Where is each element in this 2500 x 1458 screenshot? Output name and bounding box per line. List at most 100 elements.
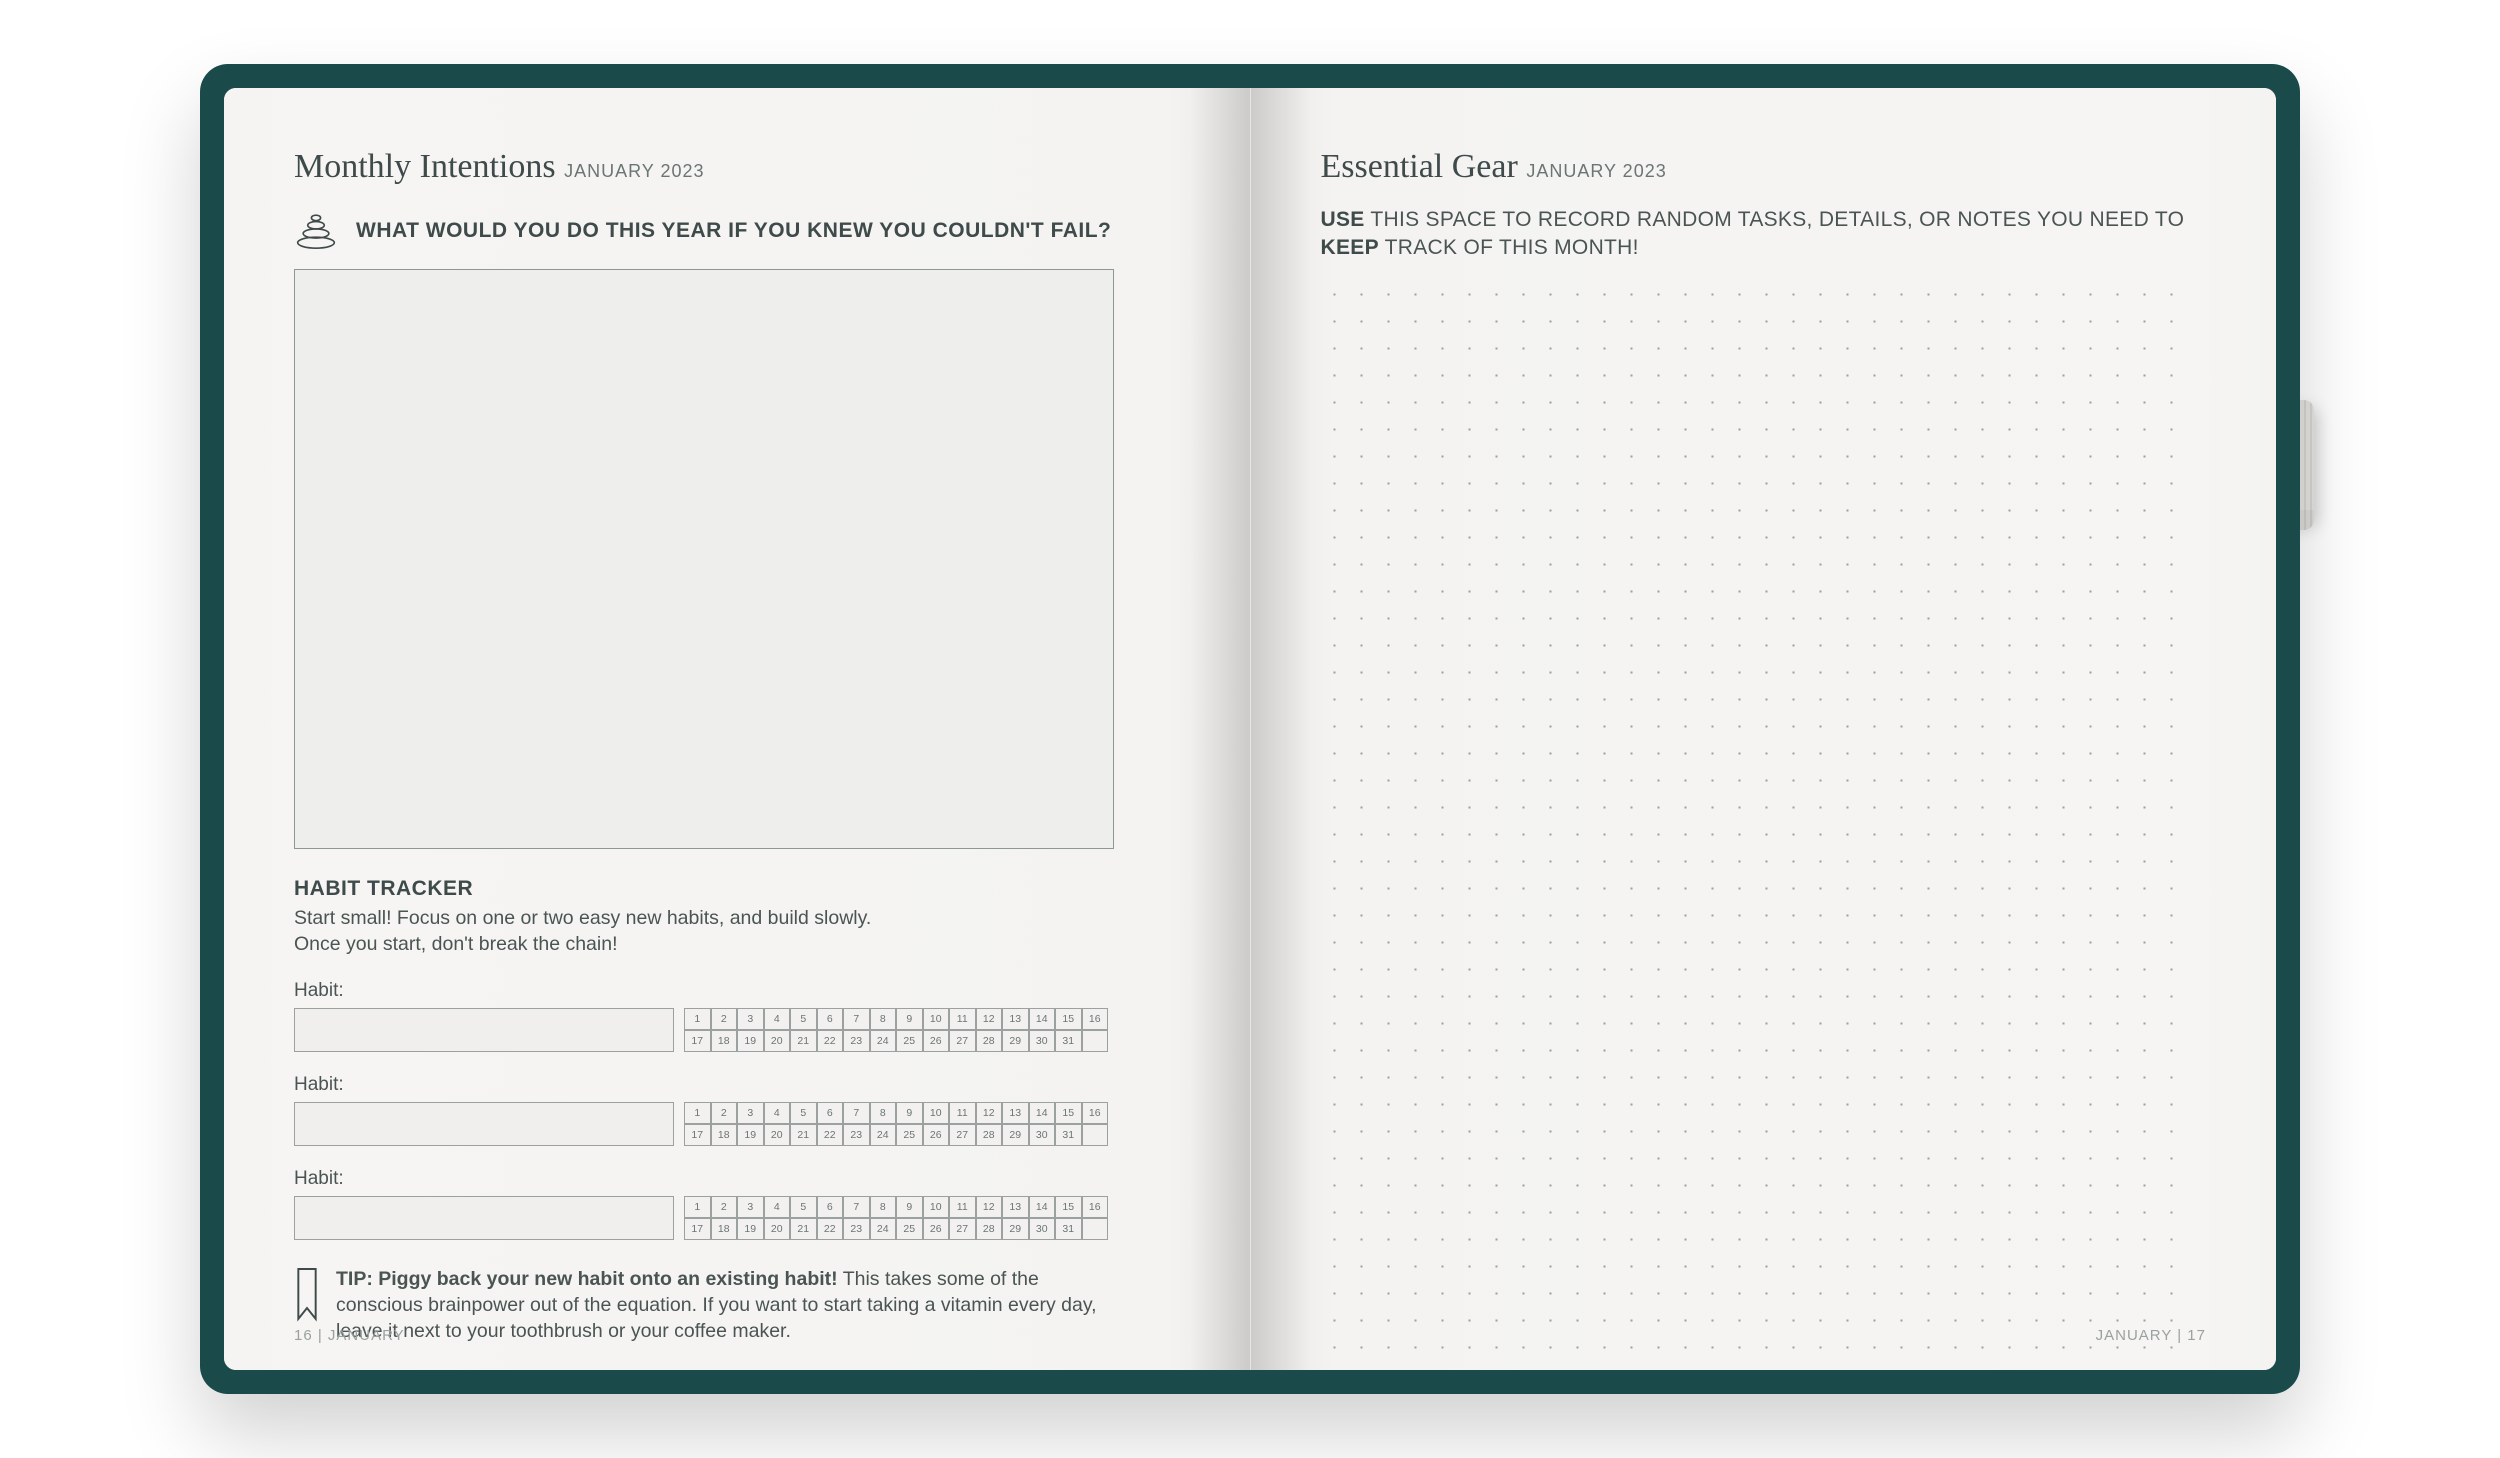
habit-day-cell[interactable]: 25 [896,1124,923,1146]
habit-day-cell[interactable] [1082,1218,1109,1240]
habit-day-cell[interactable]: 20 [764,1124,791,1146]
habit-day-cell[interactable]: 16 [1082,1102,1109,1124]
habit-day-cell[interactable]: 23 [843,1218,870,1240]
habit-day-cell[interactable]: 1 [684,1196,711,1218]
habit-day-cell[interactable]: 21 [790,1218,817,1240]
habit-day-cell[interactable]: 27 [949,1218,976,1240]
habit-name-input[interactable] [294,1102,674,1146]
habit-day-cell[interactable]: 5 [790,1102,817,1124]
habit-day-cell[interactable]: 24 [870,1124,897,1146]
habit-day-cell[interactable]: 4 [764,1102,791,1124]
habit-day-cell[interactable]: 30 [1029,1124,1056,1146]
habit-day-cell[interactable]: 6 [817,1102,844,1124]
habit-day-cell[interactable]: 26 [923,1124,950,1146]
habit-day-cell[interactable]: 13 [1002,1102,1029,1124]
habit-day-cell[interactable]: 22 [817,1124,844,1146]
habit-day-cell[interactable]: 5 [790,1196,817,1218]
habit-day-cell[interactable]: 29 [1002,1030,1029,1052]
habit-day-cell[interactable]: 9 [896,1196,923,1218]
habit-day-cell[interactable]: 21 [790,1124,817,1146]
habit-day-cell[interactable]: 8 [870,1008,897,1030]
habit-day-cell[interactable]: 29 [1002,1218,1029,1240]
habit-day-cell[interactable]: 11 [949,1102,976,1124]
habit-day-cell[interactable]: 10 [923,1102,950,1124]
habit-day-cell[interactable]: 9 [896,1008,923,1030]
habit-day-cell[interactable]: 18 [711,1124,738,1146]
habit-day-cell[interactable]: 10 [923,1196,950,1218]
habit-day-cell[interactable]: 27 [949,1030,976,1052]
habit-day-cell[interactable]: 23 [843,1030,870,1052]
habit-day-cell[interactable]: 31 [1055,1124,1082,1146]
habit-day-cell[interactable]: 19 [737,1218,764,1240]
habit-name-input[interactable] [294,1196,674,1240]
habit-day-cell[interactable]: 16 [1082,1196,1109,1218]
habit-day-cell[interactable]: 25 [896,1030,923,1052]
habit-day-cell[interactable]: 3 [737,1196,764,1218]
habit-day-cell[interactable]: 9 [896,1102,923,1124]
habit-day-cell[interactable]: 3 [737,1102,764,1124]
habit-day-cell[interactable]: 27 [949,1124,976,1146]
habit-day-cell[interactable]: 10 [923,1008,950,1030]
habit-day-cell[interactable]: 11 [949,1196,976,1218]
habit-day-cell[interactable]: 4 [764,1196,791,1218]
habit-day-cell[interactable]: 7 [843,1008,870,1030]
habit-day-cell[interactable]: 13 [1002,1008,1029,1030]
habit-day-cell[interactable]: 17 [684,1218,711,1240]
habit-day-cell[interactable]: 24 [870,1218,897,1240]
habit-day-cell[interactable]: 8 [870,1196,897,1218]
habit-day-cell[interactable]: 17 [684,1030,711,1052]
habit-day-cell[interactable]: 19 [737,1030,764,1052]
habit-day-cell[interactable]: 12 [976,1008,1003,1030]
habit-day-cell[interactable]: 3 [737,1008,764,1030]
habit-day-cell[interactable]: 12 [976,1196,1003,1218]
habit-day-cell[interactable]: 12 [976,1102,1003,1124]
habit-day-cell[interactable]: 26 [923,1218,950,1240]
habit-day-cell[interactable]: 8 [870,1102,897,1124]
habit-day-cell[interactable]: 18 [711,1218,738,1240]
dot-grid-notes-area[interactable] [1321,281,2191,1351]
habit-day-cell[interactable]: 31 [1055,1218,1082,1240]
habit-day-cell[interactable]: 30 [1029,1030,1056,1052]
habit-day-cell[interactable]: 2 [711,1102,738,1124]
habit-day-cell[interactable]: 28 [976,1124,1003,1146]
habit-day-cell[interactable]: 21 [790,1030,817,1052]
habit-day-cell[interactable]: 16 [1082,1008,1109,1030]
habit-name-input[interactable] [294,1008,674,1052]
habit-day-cell[interactable] [1082,1124,1109,1146]
habit-day-cell[interactable]: 2 [711,1196,738,1218]
habit-day-cell[interactable]: 1 [684,1102,711,1124]
habit-day-cell[interactable]: 25 [896,1218,923,1240]
habit-day-cell[interactable]: 7 [843,1102,870,1124]
habit-day-cell[interactable]: 29 [1002,1124,1029,1146]
habit-day-cell[interactable]: 14 [1029,1196,1056,1218]
habit-day-cell[interactable]: 11 [949,1008,976,1030]
habit-day-cell[interactable] [1082,1030,1109,1052]
habit-day-cell[interactable]: 20 [764,1030,791,1052]
habit-day-cell[interactable]: 7 [843,1196,870,1218]
habit-day-cell[interactable]: 26 [923,1030,950,1052]
habit-day-cell[interactable]: 14 [1029,1102,1056,1124]
habit-day-cell[interactable]: 15 [1055,1196,1082,1218]
habit-day-cell[interactable]: 19 [737,1124,764,1146]
habit-day-cell[interactable]: 1 [684,1008,711,1030]
habit-day-cell[interactable]: 4 [764,1008,791,1030]
habit-day-cell[interactable]: 15 [1055,1102,1082,1124]
habit-day-cell[interactable]: 30 [1029,1218,1056,1240]
habit-day-cell[interactable]: 5 [790,1008,817,1030]
habit-day-cell[interactable]: 18 [711,1030,738,1052]
habit-day-cell[interactable]: 28 [976,1030,1003,1052]
habit-day-cell[interactable]: 23 [843,1124,870,1146]
habit-day-cell[interactable]: 13 [1002,1196,1029,1218]
habit-day-cell[interactable]: 22 [817,1030,844,1052]
habit-day-cell[interactable]: 31 [1055,1030,1082,1052]
habit-day-cell[interactable]: 20 [764,1218,791,1240]
habit-day-cell[interactable]: 6 [817,1196,844,1218]
habit-day-cell[interactable]: 14 [1029,1008,1056,1030]
habit-day-cell[interactable]: 17 [684,1124,711,1146]
habit-day-cell[interactable]: 28 [976,1218,1003,1240]
habit-day-cell[interactable]: 6 [817,1008,844,1030]
habit-day-cell[interactable]: 2 [711,1008,738,1030]
intentions-writing-area[interactable] [294,269,1114,849]
habit-day-cell[interactable]: 15 [1055,1008,1082,1030]
habit-day-cell[interactable]: 24 [870,1030,897,1052]
